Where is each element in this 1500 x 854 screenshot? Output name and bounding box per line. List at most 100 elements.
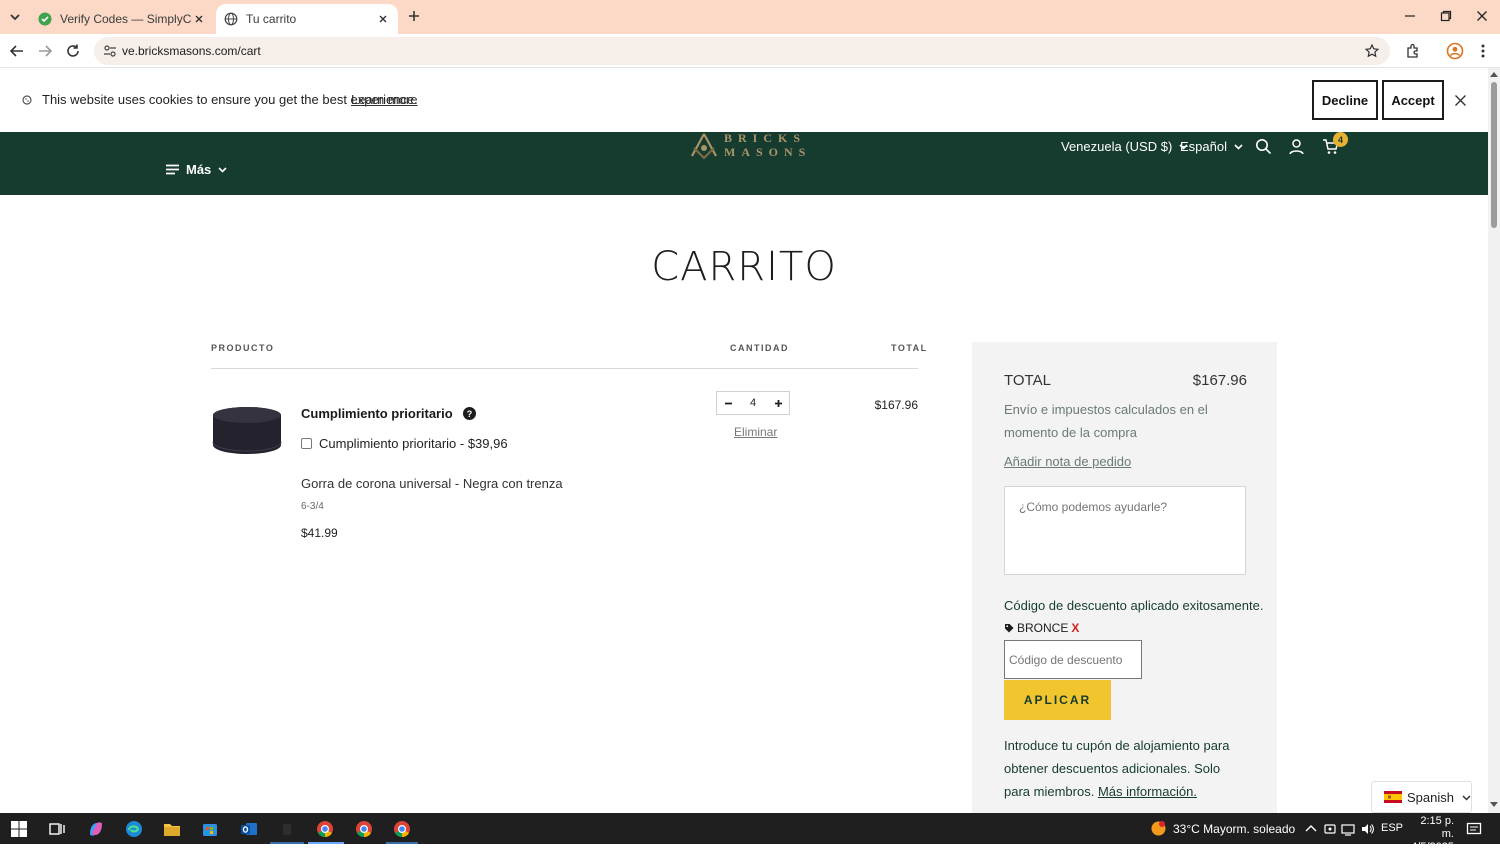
language-selector[interactable]: Español [1180,139,1243,154]
page-scrollbar[interactable] [1488,68,1500,813]
upsell-title-text: Cumplimiento prioritario [301,406,453,421]
cart-count-badge: 4 [1333,132,1348,147]
profile-icon[interactable] [1446,42,1464,60]
edge-icon[interactable] [125,820,143,838]
search-icon[interactable] [1255,138,1272,155]
account-icon[interactable] [1288,138,1305,155]
column-header-quantity: CANTIDAD [730,343,789,353]
address-bar[interactable]: ve.bricksmasons.com/cart [94,37,1390,65]
bookmark-star-icon[interactable] [1364,43,1380,59]
minimize-icon[interactable] [1402,8,1418,24]
reload-icon[interactable] [64,42,82,60]
microsoft-store-icon[interactable] [201,820,219,838]
network-icon[interactable] [1341,822,1355,836]
svg-text:?: ? [466,409,472,419]
close-tab-icon[interactable] [376,12,390,26]
windows-start-icon[interactable] [10,820,28,838]
browser-tab-bar: Verify Codes — SimplyCodes Tu carrito [0,0,1500,34]
logo-text-masons: MASONS [724,145,812,159]
order-note-textarea[interactable] [1004,486,1246,575]
upsell-title: Cumplimiento prioritario ? [301,406,476,421]
copilot-icon[interactable] [87,820,105,838]
upsell-option-label: Cumplimiento prioritario - $39,96 [319,436,508,451]
minus-icon [724,402,732,404]
restore-icon[interactable] [1438,8,1454,24]
apply-discount-button[interactable]: APLICAR [1004,680,1111,720]
product-size: 6-3/4 [301,501,324,512]
help-icon[interactable]: ? [462,407,476,420]
decrease-quantity-button[interactable] [717,392,739,414]
extensions-icon[interactable] [1404,42,1422,60]
close-icon[interactable] [1454,94,1467,107]
file-explorer-icon[interactable] [163,820,181,838]
forward-icon[interactable] [36,42,54,60]
new-tab-icon[interactable] [406,8,422,24]
browser-menu-icon[interactable] [1474,42,1492,60]
chrome-icon[interactable] [355,820,373,838]
close-window-icon[interactable] [1474,8,1490,24]
language-widget-label: Spanish [1407,789,1454,805]
cookie-banner: This website uses cookies to ensure you … [0,68,1488,132]
scrollbar-thumb[interactable] [1491,82,1497,228]
remove-item-link[interactable]: Eliminar [734,425,777,439]
translate-language-widget[interactable]: Spanish [1371,781,1472,813]
volume-icon[interactable] [1360,822,1374,836]
decline-button[interactable]: Decline [1312,80,1378,120]
line-total: $167.96 [874,398,918,412]
total-value: $167.96 [1192,372,1247,389]
product-price: $41.99 [301,526,338,540]
url-text: ve.bricksmasons.com/cart [122,44,261,58]
cookie-icon [22,95,32,105]
sun-icon [1151,821,1166,836]
tab-search-icon[interactable] [6,8,24,26]
close-tab-icon[interactable] [192,12,206,26]
input-language[interactable]: ESP [1381,822,1403,834]
weather-text: 33°C Mayorm. soleado [1173,821,1296,836]
clock[interactable]: 2:15 p. m. 4/5/2025 [1410,815,1454,854]
more-info-link[interactable]: Más información. [1098,784,1197,799]
meet-now-icon[interactable] [1323,822,1337,836]
upsell-checkbox[interactable] [301,438,312,449]
tab-title: Verify Codes — SimplyCodes [60,12,192,26]
tab-title: Tu carrito [246,12,297,26]
site-logo[interactable]: BRICKS MASONS [688,131,807,162]
add-order-note-link[interactable]: Añadir nota de pedido [1004,454,1131,469]
scroll-down-icon[interactable] [1490,802,1498,808]
notifications-icon[interactable] [1466,821,1482,837]
back-icon[interactable] [8,42,26,60]
chevron-down-icon [218,167,227,173]
divider [211,368,918,369]
product-image[interactable] [211,402,283,460]
simplycodes-icon [38,12,52,26]
tab-cart[interactable]: Tu carrito [216,4,398,34]
chrome-icon[interactable] [393,820,411,838]
tab-simplycodes[interactable]: Verify Codes — SimplyCodes [30,4,214,34]
show-hidden-icons-icon[interactable] [1304,822,1318,836]
remove-discount-button[interactable]: X [1071,621,1079,635]
country-selector[interactable]: Venezuela (USD $) [1061,139,1188,154]
accept-button[interactable]: Accept [1382,80,1444,120]
discount-code-input[interactable] [1004,640,1142,679]
task-view-icon[interactable] [48,820,66,838]
country-label: Venezuela (USD $) [1061,139,1173,154]
weather-widget[interactable]: 33°C Mayorm. soleado [1150,820,1295,837]
column-header-product: PRODUCTO [211,343,275,353]
spain-flag-icon [1384,791,1402,803]
scroll-up-icon[interactable] [1490,71,1498,77]
app-icon[interactable] [278,820,296,838]
quantity-value[interactable]: 4 [750,397,756,409]
menu-label: Más [186,162,212,177]
discount-code-text: BRONCE [1017,621,1069,635]
upsell-checkbox-row[interactable]: Cumplimiento prioritario - $39,96 [301,436,508,451]
clock-date: 4/5/2025 [1411,841,1454,853]
chrome-icon[interactable] [316,820,334,838]
product-name[interactable]: Gorra de corona universal - Negra con tr… [301,476,563,491]
outlook-icon[interactable] [240,820,258,838]
site-info-icon[interactable] [102,43,118,59]
menu-button[interactable]: Más [166,162,227,177]
language-label: Español [1180,139,1227,154]
learn-more-link[interactable]: Learn more [351,92,417,107]
site-header: Más BRICKS MASONS Venezuela (USD $) Espa… [0,131,1488,195]
increase-quantity-button[interactable] [767,392,789,414]
logo-text-bricks: BRICKS [724,131,807,145]
